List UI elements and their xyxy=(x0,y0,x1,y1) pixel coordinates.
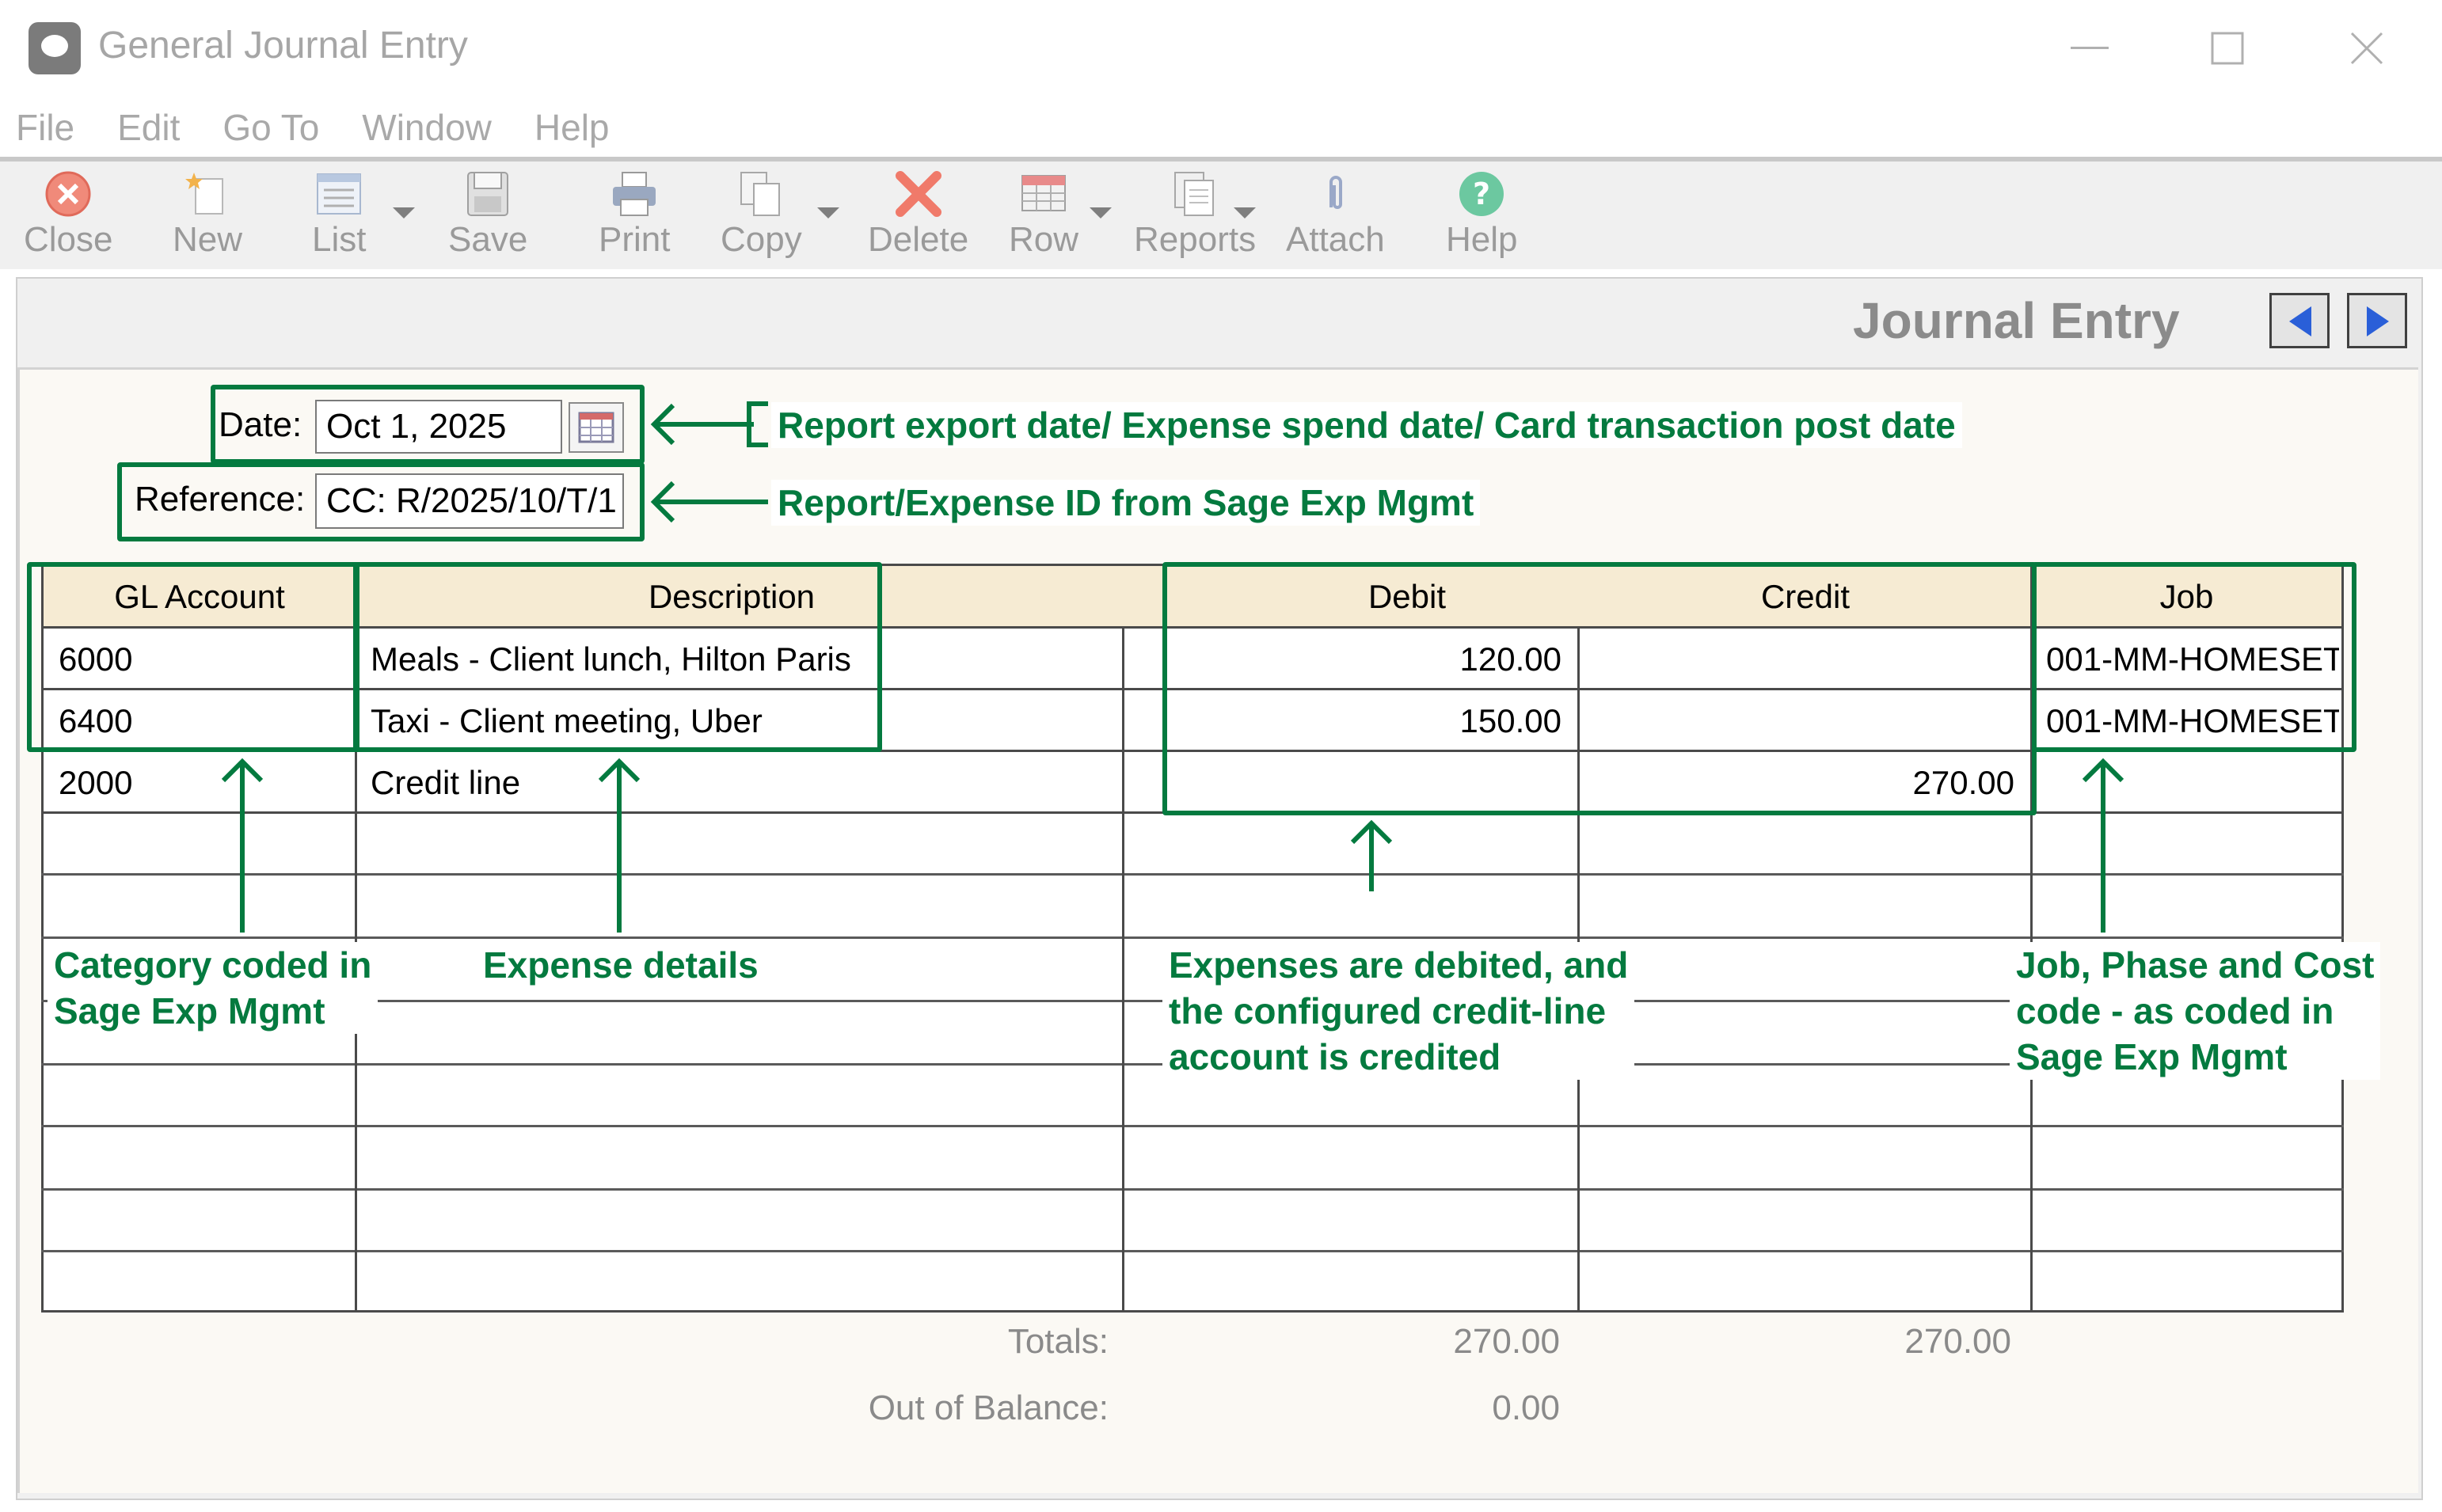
debit-credit-annotation-line-1: Expenses are debited, and xyxy=(1162,942,1635,988)
job-annotation-line-3: Sage Exp Mgmt xyxy=(2010,1034,2381,1080)
category-annotation-line-2: Sage Exp Mgmt xyxy=(48,988,378,1034)
debit-credit-annotation-line-2: the configured credit-line xyxy=(1162,988,1635,1034)
details-annotation: Expense details xyxy=(477,942,765,988)
job-annotation-line-1: Job, Phase and Cost xyxy=(2010,942,2381,988)
category-annotation: Category coded in Sage Exp Mgmt xyxy=(48,942,378,1034)
debit-credit-annotation: Expenses are debited, and the configured… xyxy=(1162,942,1635,1080)
annotation-arrows xyxy=(221,401,2124,933)
category-annotation-line-1: Category coded in xyxy=(48,942,378,988)
debit-credit-annotation-line-3: account is credited xyxy=(1162,1034,1635,1080)
details-annotation-line: Expense details xyxy=(477,942,765,988)
reference-annotation: Report/Expense ID from Sage Exp Mgmt xyxy=(771,480,1481,526)
date-annotation: Report export date/ Expense spend date/ … xyxy=(771,402,1962,448)
job-annotation: Job, Phase and Cost code - as coded in S… xyxy=(2010,942,2381,1080)
job-annotation-line-2: code - as coded in xyxy=(2010,988,2381,1034)
